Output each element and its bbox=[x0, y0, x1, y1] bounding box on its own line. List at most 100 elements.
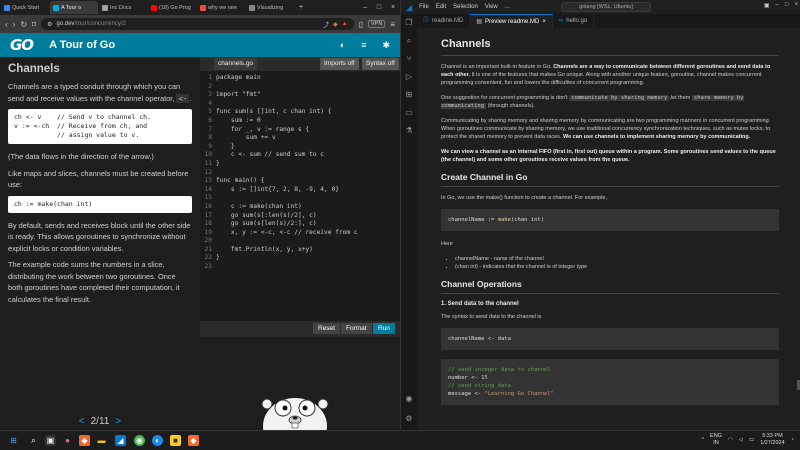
browser-tab-bar: Quick Start A Tour o Inc Docs (18) Go Pr… bbox=[0, 0, 400, 15]
command-center-search[interactable]: golang [WSL: Ubuntu] bbox=[561, 2, 651, 12]
close-icon[interactable]: × bbox=[386, 4, 400, 11]
language-indicator[interactable]: ENG IN bbox=[710, 433, 722, 447]
menu-icon[interactable]: ≡ bbox=[390, 20, 395, 29]
preview-subsubheading: 1. Send data to the channel bbox=[441, 301, 519, 307]
testing-icon[interactable]: ⚗ bbox=[404, 126, 414, 136]
minimize-icon[interactable]: – bbox=[358, 4, 372, 11]
prev-page-button[interactable]: < bbox=[79, 416, 85, 427]
task-view-icon[interactable]: ▣ bbox=[45, 435, 56, 446]
source-control-icon[interactable]: ⑂ bbox=[404, 54, 414, 64]
browser-tab[interactable]: why we nee bbox=[197, 1, 245, 14]
tab-hello-go[interactable]: ∞ hello.go bbox=[553, 14, 595, 28]
url-input[interactable]: ⚙ go.dev/tour/concurrency/2 ⤴ ◆ ▲ bbox=[41, 18, 354, 30]
preview-paragraph: Communicating by sharing memory and shar… bbox=[441, 118, 771, 140]
close-tab-icon[interactable]: × bbox=[542, 15, 546, 29]
new-tab-plus-icon[interactable]: + bbox=[294, 4, 308, 11]
share-icon[interactable]: ⤴ bbox=[323, 20, 329, 29]
reset-button[interactable]: Reset bbox=[313, 323, 340, 334]
file-explorer-icon[interactable]: ▬ bbox=[96, 435, 107, 446]
code-example: ch := make(chan int) bbox=[8, 195, 192, 213]
list-item: (chan int) - indicates that the channel … bbox=[455, 263, 779, 271]
edge-icon[interactable]: ◐ bbox=[152, 435, 163, 446]
brave-active-icon[interactable]: ◆ bbox=[188, 435, 199, 446]
tab-preview-readme[interactable]: ▤ Preview readme.MD × bbox=[470, 14, 553, 28]
browser-tab[interactable]: Inc Docs bbox=[99, 1, 147, 14]
syntax-toggle-button[interactable]: Syntax off bbox=[362, 58, 399, 70]
sidebar-icon[interactable]: ▯ bbox=[359, 20, 363, 29]
toc-menu-icon[interactable]: ≡ bbox=[361, 40, 366, 50]
info-icon: ⓘ bbox=[423, 18, 430, 24]
app-icon[interactable]: ■ bbox=[170, 435, 181, 446]
tour-header: GO A Tour of Go ◐ ≡ ✱ bbox=[0, 33, 400, 57]
next-page-button[interactable]: > bbox=[115, 416, 121, 427]
tab-readme[interactable]: ⓘ readme.MD bbox=[417, 14, 471, 28]
tab-favicon-icon bbox=[53, 4, 59, 11]
tray-chevron-icon[interactable]: ^ bbox=[701, 437, 704, 443]
close-icon[interactable]: × bbox=[794, 2, 798, 9]
browser-tab[interactable]: (18) Go Prog bbox=[148, 1, 196, 14]
brave-browser-icon[interactable]: ◆ bbox=[79, 435, 90, 446]
people-icon[interactable]: ● bbox=[62, 435, 73, 446]
vscode-logo-icon: ◢ bbox=[406, 2, 413, 12]
explorer-icon[interactable]: ❐ bbox=[404, 18, 414, 28]
tab-favicon-icon bbox=[249, 4, 255, 11]
maximize-icon[interactable]: □ bbox=[785, 2, 789, 9]
preview-subheading: Channel Operations bbox=[441, 279, 779, 294]
tour-title[interactable]: A Tour of Go bbox=[49, 39, 115, 51]
wifi-icon[interactable]: ◠ bbox=[728, 437, 733, 443]
remote-explorer-icon[interactable]: ▭ bbox=[404, 108, 414, 118]
url-host: go.dev bbox=[56, 21, 75, 27]
vpn-button[interactable]: VPN bbox=[368, 20, 386, 28]
inline-code: <- bbox=[176, 93, 190, 103]
browser-tab[interactable]: Quick Start bbox=[1, 1, 49, 14]
menu-file[interactable]: File bbox=[419, 4, 429, 10]
address-bar: ‹ › ↻ ⌑ ⚙ go.dev/tour/concurrency/2 ⤴ ◆ … bbox=[0, 15, 400, 33]
run-debug-icon[interactable]: ▷ bbox=[404, 72, 414, 82]
notification-bell-icon[interactable]: ◔ bbox=[791, 437, 794, 443]
imports-toggle-button[interactable]: Imports off bbox=[320, 58, 359, 70]
maximize-icon[interactable]: □ bbox=[372, 4, 386, 11]
run-button[interactable]: Run bbox=[373, 323, 395, 334]
activity-bar: ❐ ⌕ ⑂ ▷ ⊞ ▭ ⚗ ◉ ⚙ bbox=[401, 14, 417, 430]
settings-gear-icon[interactable]: ✱ bbox=[382, 40, 390, 51]
menu-view[interactable]: View bbox=[485, 4, 498, 10]
code-text[interactable]: package main import "fmt" func sum(s []i… bbox=[216, 74, 358, 263]
reload-icon[interactable]: ↻ bbox=[20, 20, 27, 29]
brave-shield-icon[interactable]: ◆ bbox=[333, 21, 338, 28]
browser-tab[interactable]: Visualizing bbox=[246, 1, 294, 14]
search-icon[interactable]: ⌕ bbox=[404, 36, 414, 46]
lesson-paragraph: (The data flows in the direction of the … bbox=[8, 152, 154, 161]
tab-favicon-icon bbox=[102, 4, 108, 11]
browser-tab-active[interactable]: A Tour o bbox=[50, 1, 98, 14]
vscode-taskbar-icon[interactable]: ◢ bbox=[115, 435, 126, 446]
forward-arrow-icon[interactable]: › bbox=[13, 20, 16, 29]
site-info-icon[interactable]: ⚙ bbox=[47, 21, 52, 28]
system-tray: ^ ENG IN ◠ ◁ ▭ 5:33 PM 1/27/2024 ◔ bbox=[701, 433, 794, 447]
back-arrow-icon[interactable]: ‹ bbox=[5, 20, 8, 29]
preview-icon: ▤ bbox=[476, 18, 483, 25]
vscode-title-bar: ◢ File Edit Selection View ... golang [W… bbox=[401, 0, 800, 14]
file-tab[interactable]: channels.go bbox=[214, 58, 258, 70]
account-icon[interactable]: ◉ bbox=[404, 394, 414, 404]
chrome-icon[interactable]: ◉ bbox=[134, 435, 145, 446]
manage-gear-icon[interactable]: ⚙ bbox=[404, 414, 414, 424]
page-indicator: 2/11 bbox=[90, 415, 110, 427]
search-icon[interactable]: ⌕ bbox=[28, 435, 39, 446]
menu-selection[interactable]: Selection bbox=[453, 4, 478, 10]
brave-rewards-icon[interactable]: ▲ bbox=[342, 21, 348, 27]
menu-edit[interactable]: Edit bbox=[436, 4, 446, 10]
go-logo[interactable]: GO bbox=[10, 36, 34, 54]
menu-more[interactable]: ... bbox=[505, 4, 510, 10]
dark-mode-icon[interactable]: ◐ bbox=[340, 40, 345, 50]
battery-icon[interactable]: ▭ bbox=[749, 437, 754, 443]
minimize-icon[interactable]: – bbox=[776, 2, 779, 9]
list-item: channelName - name of the channel bbox=[455, 255, 779, 263]
volume-icon[interactable]: ◁ bbox=[739, 437, 743, 443]
extensions-icon[interactable]: ⊞ bbox=[404, 90, 414, 100]
format-button[interactable]: Format bbox=[341, 323, 372, 334]
code-area[interactable]: 1 2 3 4 5 6 7 8 9 10 11 12 13 14 15 16 1… bbox=[200, 71, 400, 321]
start-windows-icon[interactable]: ⊞ bbox=[8, 435, 19, 446]
bookmark-icon[interactable]: ⌑ bbox=[32, 20, 36, 29]
clock[interactable]: 5:33 PM 1/27/2024 bbox=[760, 433, 784, 447]
layout-icon[interactable]: ▣ bbox=[764, 2, 770, 9]
